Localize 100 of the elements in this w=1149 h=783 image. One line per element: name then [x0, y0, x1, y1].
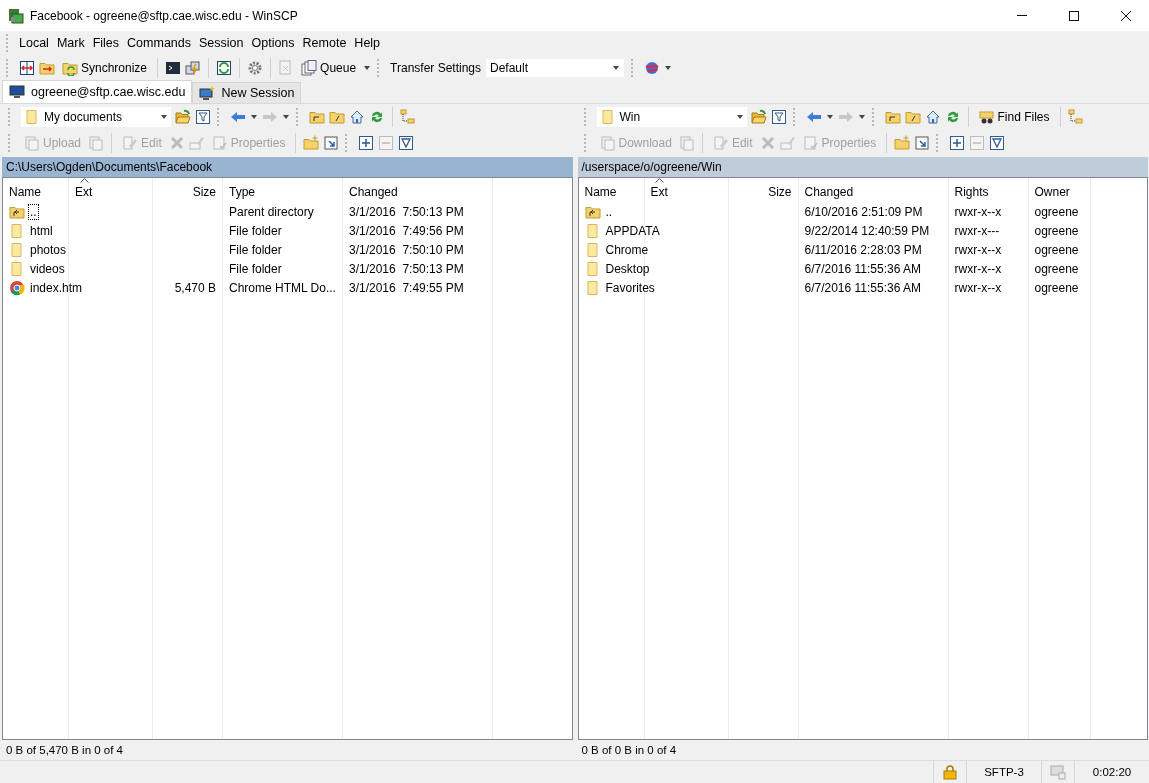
shortcut-icon[interactable] [914, 135, 931, 151]
select-plus-icon[interactable] [949, 135, 966, 151]
menu-item[interactable]: Help [350, 34, 385, 52]
open-folder-icon[interactable] [175, 109, 191, 125]
location-dropdown[interactable]: Win [596, 107, 747, 127]
forward-caret-icon[interactable] [282, 113, 290, 121]
table-cell: 6/11/2016 2:28:03 PM [804, 242, 922, 257]
column-header[interactable]: Ext [75, 178, 93, 199]
home-icon[interactable] [924, 109, 941, 125]
folder-icon [584, 241, 601, 258]
folder-sync-icon[interactable] [39, 60, 55, 76]
forward-caret-icon[interactable] [857, 113, 866, 121]
path-text: /userspace/o/ogreene/Win [581, 160, 722, 174]
file-name[interactable]: .. [29, 204, 38, 219]
parent-folder-icon[interactable] [309, 109, 325, 125]
dropdown-caret-icon[interactable] [612, 64, 620, 72]
table-cell: 6/7/2016 11:55:36 AM [804, 261, 922, 276]
column-header[interactable]: Type [229, 178, 255, 199]
table-cell: 6/10/2016 2:51:09 PM [804, 204, 923, 219]
back-arrow-icon[interactable] [230, 109, 246, 125]
tree-icon[interactable] [1067, 109, 1084, 125]
queue-caret-icon[interactable] [363, 64, 372, 72]
home-icon[interactable] [349, 109, 365, 125]
file-name[interactable]: .. [604, 204, 614, 219]
column-header[interactable]: Ext [650, 178, 668, 199]
file-name[interactable]: Desktop [604, 261, 651, 276]
folder-icon [9, 241, 25, 258]
menu-item[interactable]: Mark [52, 34, 89, 52]
protocol-label: SFTP-3 [984, 766, 1024, 778]
menu-item[interactable]: Commands [123, 34, 195, 52]
file-name[interactable]: html [29, 223, 54, 238]
browser-logo-icon [9, 279, 25, 296]
dropdown-caret-icon[interactable] [160, 113, 168, 121]
globe-icon[interactable] [644, 60, 660, 76]
edit-icon [122, 135, 139, 151]
transfer-icon [599, 135, 616, 151]
elapsed-time: 0:02:20 [1092, 766, 1132, 778]
properties-icon [211, 135, 228, 151]
menu-item[interactable]: Local [15, 34, 53, 52]
settings-icon[interactable] [247, 60, 264, 76]
table-cell: 6/7/2016 11:55:36 AM [804, 280, 922, 295]
menu-item[interactable]: Options [247, 34, 299, 52]
file-name[interactable]: APPDATA [604, 223, 661, 238]
folder-icon [584, 279, 601, 296]
select-triangle-icon[interactable] [989, 135, 1006, 151]
table-cell: File folder [229, 242, 282, 257]
open-folder-icon[interactable] [750, 109, 767, 125]
file-name[interactable]: Chrome [604, 242, 650, 257]
select-triangle-icon[interactable] [398, 135, 415, 151]
root-folder-icon[interactable] [904, 109, 921, 125]
column-header[interactable]: Owner [1034, 178, 1070, 199]
lightning-windows-icon[interactable] [185, 60, 202, 76]
column-header[interactable]: Name [9, 178, 41, 199]
file-name[interactable]: Favorites [604, 280, 656, 295]
file-name[interactable]: photos [29, 242, 68, 257]
parent-folder-icon[interactable] [884, 109, 901, 125]
filter-icon[interactable] [770, 109, 787, 125]
back-caret-icon[interactable] [825, 113, 834, 121]
tree-icon[interactable] [400, 109, 416, 125]
file-name[interactable]: index.htm [29, 280, 84, 295]
table-cell: 3/1/2016 7:50:10 PM [349, 242, 464, 257]
monitor-icon [1050, 764, 1066, 780]
refresh-icon[interactable] [216, 60, 233, 76]
transfer-settings-dropdown[interactable]: Default [485, 58, 625, 78]
location-dropdown[interactable]: My documents [21, 107, 171, 127]
session-tab[interactable]: New Session [192, 82, 302, 103]
back-arrow-icon[interactable] [805, 109, 822, 125]
dropdown-caret-icon[interactable] [735, 113, 744, 121]
root-folder-icon[interactable] [329, 109, 345, 125]
sort-caret-icon [655, 178, 665, 183]
selection-summary: 0 B of 5,470 B in 0 of 4 [6, 744, 123, 756]
column-header[interactable]: Rights [954, 178, 989, 199]
column-header[interactable]: Size [768, 178, 792, 199]
filter-icon[interactable] [195, 109, 211, 125]
find-files-button[interactable]: Find Files [975, 107, 1053, 127]
column-header[interactable]: Changed [349, 178, 398, 199]
queue-button[interactable]: Queue [298, 58, 360, 78]
folder-icon [584, 260, 601, 277]
file-name[interactable]: videos [29, 261, 66, 276]
table-cell: ogreene [1034, 223, 1079, 238]
compare-directories-icon[interactable] [19, 60, 35, 76]
terminal-icon[interactable] [165, 60, 182, 76]
document-icon [24, 109, 40, 125]
queue-icon [301, 60, 318, 76]
session-tab[interactable]: ogreene@sftp.cae.wisc.edu [2, 80, 193, 103]
select-plus-icon[interactable] [358, 135, 375, 151]
dropdown-caret-icon[interactable] [664, 64, 672, 72]
transfer-icon [24, 135, 40, 151]
menu-item[interactable]: Remote [298, 34, 351, 52]
table-cell: Parent directory [229, 204, 314, 219]
menu-item[interactable]: Session [195, 34, 248, 52]
column-header[interactable]: Changed [804, 178, 854, 199]
shortcut-icon[interactable] [323, 135, 340, 151]
back-caret-icon[interactable] [250, 113, 258, 121]
menu-item[interactable]: Files [88, 34, 124, 52]
table-cell: 3/1/2016 7:49:55 PM [349, 280, 464, 295]
synchronize-button[interactable]: Synchronize [59, 58, 151, 78]
table-cell: rwxr-x--x [954, 280, 1002, 295]
column-header[interactable]: Name [584, 178, 617, 199]
column-header[interactable]: Size [192, 178, 216, 199]
